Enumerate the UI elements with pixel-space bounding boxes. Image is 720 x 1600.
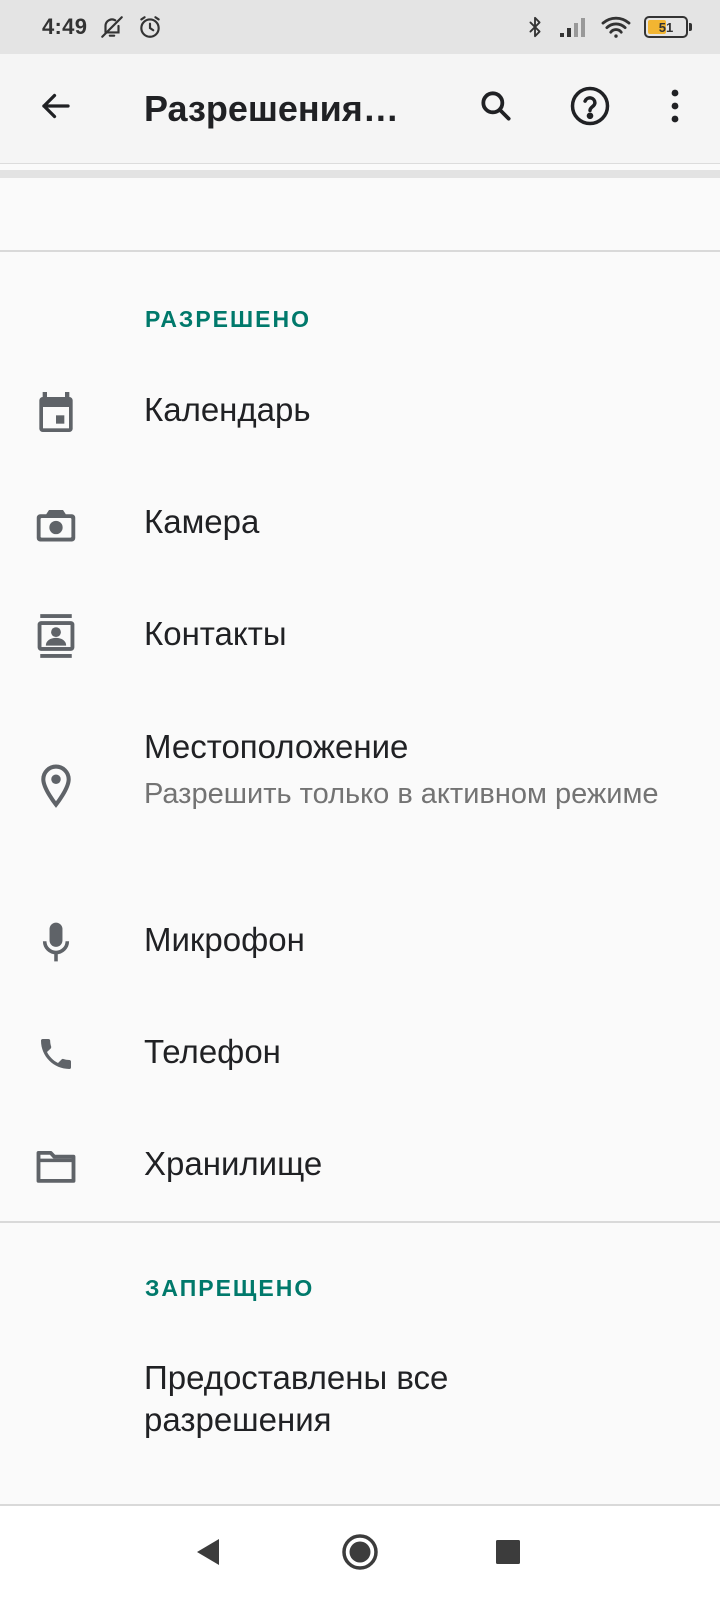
app-bar: Разрешения… [0, 54, 720, 164]
alarm-icon [137, 14, 163, 40]
permission-subtitle: Разрешить только в активном режиме [144, 778, 659, 810]
permission-item-location[interactable]: Местоположение Разрешить только в активн… [0, 706, 720, 876]
nav-back-icon [194, 1537, 222, 1572]
nav-back-button[interactable] [178, 1524, 238, 1584]
permission-label: Календарь [144, 391, 311, 428]
page-title: Разрешения… [144, 88, 399, 129]
battery-level: 51 [658, 19, 674, 35]
back-arrow-icon [38, 88, 74, 129]
nav-recents-icon [495, 1539, 521, 1570]
back-button[interactable] [26, 78, 86, 138]
status-bar-right: 51 [524, 14, 692, 40]
bluetooth-icon [524, 14, 546, 40]
microphone-icon [34, 920, 78, 964]
permission-label: Местоположение [144, 728, 409, 765]
nav-home-button[interactable] [330, 1524, 390, 1584]
contacts-icon [34, 614, 78, 658]
help-button[interactable] [560, 78, 620, 138]
section-header-allowed: РАЗРЕШЕНО [145, 306, 311, 332]
app-bar-shadow [0, 170, 720, 178]
folder-icon [34, 1144, 78, 1188]
phone-icon [34, 1032, 78, 1076]
battery-icon: 51 [644, 16, 692, 38]
permission-label: Телефон [144, 1033, 281, 1070]
notifications-off-icon [99, 14, 125, 40]
search-icon [477, 87, 515, 130]
permission-label: Контакты [144, 615, 287, 652]
calendar-icon [34, 390, 78, 434]
wifi-icon [600, 14, 632, 40]
permission-label: Камера [144, 503, 260, 540]
permission-label: Хранилище [144, 1145, 323, 1182]
divider [0, 1221, 720, 1223]
cell-signal-icon [558, 15, 588, 39]
status-time: 4:49 [42, 14, 88, 39]
help-icon [569, 85, 611, 132]
permission-label: Микрофон [144, 921, 305, 958]
location-icon [34, 764, 78, 808]
more-options-button[interactable] [645, 78, 705, 138]
camera-icon [34, 502, 78, 546]
permission-item-calendar[interactable]: Календарь [0, 370, 720, 470]
nav-home-icon [340, 1532, 380, 1577]
navigation-bar [0, 1504, 720, 1600]
permission-item-storage[interactable]: Хранилище [0, 1124, 720, 1224]
denied-empty-text: Предоставлены все разрешения [144, 1359, 449, 1438]
status-bar-left: 4:49 [42, 14, 163, 40]
section-header-denied: ЗАПРЕЩЕНО [145, 1275, 315, 1301]
nav-recents-button[interactable] [478, 1524, 538, 1584]
status-bar: 4:49 51 [0, 0, 720, 54]
search-button[interactable] [466, 78, 526, 138]
permission-item-camera[interactable]: Камера [0, 482, 720, 582]
permission-item-contacts[interactable]: Контакты [0, 594, 720, 694]
more-vert-icon [669, 88, 681, 129]
divider [0, 250, 720, 252]
permission-item-phone[interactable]: Телефон [0, 1012, 720, 1112]
permission-item-microphone[interactable]: Микрофон [0, 900, 720, 1000]
